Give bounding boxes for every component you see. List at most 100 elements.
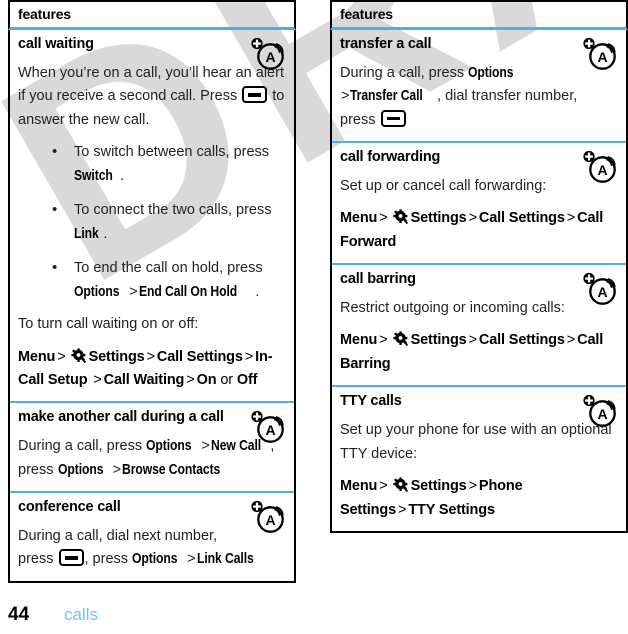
page-footer: 44 calls: [8, 604, 98, 626]
paragraph-text: During a call, press: [340, 64, 465, 81]
feature-title: call forwarding: [340, 149, 441, 166]
feature-title: call barring: [340, 271, 416, 288]
nav-root: Menu: [340, 332, 378, 349]
manual-page: features A call waiting When you’re on a…: [0, 0, 628, 634]
list-item: To switch between calls, press Switch.: [52, 140, 286, 188]
gear-icon: [392, 477, 408, 493]
ui-label-options: Options: [132, 551, 178, 568]
comma: , press: [84, 551, 129, 568]
path-separator: >: [566, 332, 576, 349]
svg-text:A: A: [597, 406, 607, 422]
or-label: or: [220, 372, 233, 388]
left-column: features A call waiting When you’re on a…: [8, 0, 296, 583]
path-separator: >: [379, 210, 388, 227]
network-service-icon: A: [583, 395, 616, 428]
svg-text:A: A: [265, 422, 275, 438]
paragraph-text-cont: press: [18, 551, 54, 568]
nav-item-settings: Settings: [88, 348, 145, 365]
nav-root: Menu: [18, 348, 56, 365]
period: .: [103, 225, 108, 242]
bullet-text: To switch between calls, press: [74, 144, 270, 161]
ui-label-transfer-call: Transfer Call: [350, 88, 424, 105]
period: .: [255, 283, 260, 300]
path-separator: >: [341, 88, 350, 105]
feature-body: During a call, dial next number, press ,…: [18, 525, 286, 572]
paragraph-text-cont: press: [18, 461, 54, 478]
svg-text:A: A: [265, 512, 275, 528]
right-column-body: A transfer a call During a call, press O…: [330, 30, 628, 533]
bullet-text: To end the call on hold, press: [74, 260, 263, 277]
feature-body: When you’re on a call, you’ll hear an al…: [18, 62, 286, 393]
nav-item-tty-settings: TTY Settings: [408, 501, 495, 518]
nav-item-call-settings: Call Settings: [156, 348, 243, 365]
feature-tty-calls: A TTY calls Set up your phone for use wi…: [332, 387, 626, 531]
path-separator: >: [186, 372, 195, 388]
paragraph: During a call, press Options >New Call, p…: [18, 435, 286, 482]
path-separator: >: [244, 348, 254, 365]
right-column-header: features: [330, 0, 628, 30]
feature-call-barring: A call barring Restrict outgoing or inco…: [332, 265, 626, 388]
nav-item-call-waiting: Call Waiting: [103, 372, 185, 388]
list-item: To connect the two calls, press Link.: [52, 198, 286, 246]
svg-text:A: A: [265, 49, 275, 65]
ui-label-link: Link: [74, 225, 99, 242]
feature-conference-call: A conference call During a call, dial ne…: [10, 493, 294, 581]
nav-item-call-settings: Call Settings: [478, 210, 565, 227]
gear-icon: [392, 331, 408, 347]
paragraph: Set up your phone for use with an option…: [340, 422, 612, 462]
path-separator: >: [468, 478, 477, 495]
path-separator: >: [201, 438, 210, 455]
page-number: 44: [8, 604, 30, 625]
feature-body: Set up or cancel call forwarding: Menu>: [340, 175, 618, 254]
path-separator: >: [468, 332, 477, 349]
paragraph-text-cont: , dial transfer number,: [437, 88, 578, 105]
ui-label-new-call: New Call: [210, 438, 261, 455]
gear-icon: [70, 347, 86, 363]
bullet-text: To connect the two calls, press: [74, 202, 272, 219]
right-column: features A transfer a call During a call…: [330, 0, 628, 533]
period: .: [120, 167, 125, 184]
paragraph: Restrict outgoing or incoming calls:: [340, 299, 565, 316]
path-separator: >: [129, 283, 138, 300]
paragraph-text-cont2: press: [340, 111, 376, 128]
feature-title: call waiting: [18, 36, 94, 52]
nav-root: Menu: [340, 210, 378, 227]
bullet-list: To switch between calls, press Switch. T…: [18, 140, 286, 304]
left-column-header: features: [8, 0, 296, 30]
path-separator: >: [398, 501, 407, 518]
path-separator: >: [379, 332, 388, 349]
feature-body: Restrict outgoing or incoming calls: Men…: [340, 297, 618, 376]
network-service-icon: A: [583, 37, 616, 70]
network-service-icon: A: [583, 151, 616, 183]
path-separator: >: [468, 210, 477, 227]
nav-root: Menu: [340, 478, 378, 495]
left-column-body: A call waiting When you’re on a call, yo…: [8, 30, 296, 583]
chapter-name: calls: [64, 605, 99, 624]
svg-text:A: A: [597, 162, 607, 178]
ui-label-browse-contacts: Browse Contacts: [122, 461, 221, 478]
nav-item-off: Off: [236, 372, 258, 388]
feature-body: Set up your phone for use with an option…: [340, 419, 618, 522]
path-separator: >: [187, 551, 196, 568]
paragraph: To turn call waiting on or off:: [18, 316, 199, 333]
send-key-icon: [380, 109, 406, 127]
ui-label-switch: Switch: [74, 167, 113, 184]
feature-body: During a call, press Options >Transfer C…: [340, 62, 618, 132]
send-key-icon: [242, 86, 268, 104]
nav-item-settings: Settings: [410, 478, 467, 495]
svg-text:A: A: [597, 49, 607, 65]
feature-title: conference call: [18, 499, 121, 516]
feature-body: During a call, press Options >New Call, p…: [18, 435, 286, 482]
nav-path: Menu > Settings > Call Settings > Call Barrin…: [340, 329, 618, 376]
send-key-icon: [58, 549, 84, 567]
svg-text:A: A: [597, 284, 607, 300]
nav-path: Menu > Settings > Call Settings > In-Call Set…: [18, 346, 286, 393]
feature-title: TTY calls: [340, 393, 402, 410]
nav-item-call-settings: Call Settings: [478, 332, 565, 349]
path-separator: >: [93, 372, 102, 388]
path-separator: >: [57, 348, 66, 365]
path-separator: >: [112, 461, 122, 478]
ui-label-options: Options: [74, 283, 120, 300]
feature-make-another-call: A make another call during a call During…: [10, 403, 294, 494]
feature-call-forwarding: A call forwarding Set up or cancel call …: [332, 143, 626, 266]
